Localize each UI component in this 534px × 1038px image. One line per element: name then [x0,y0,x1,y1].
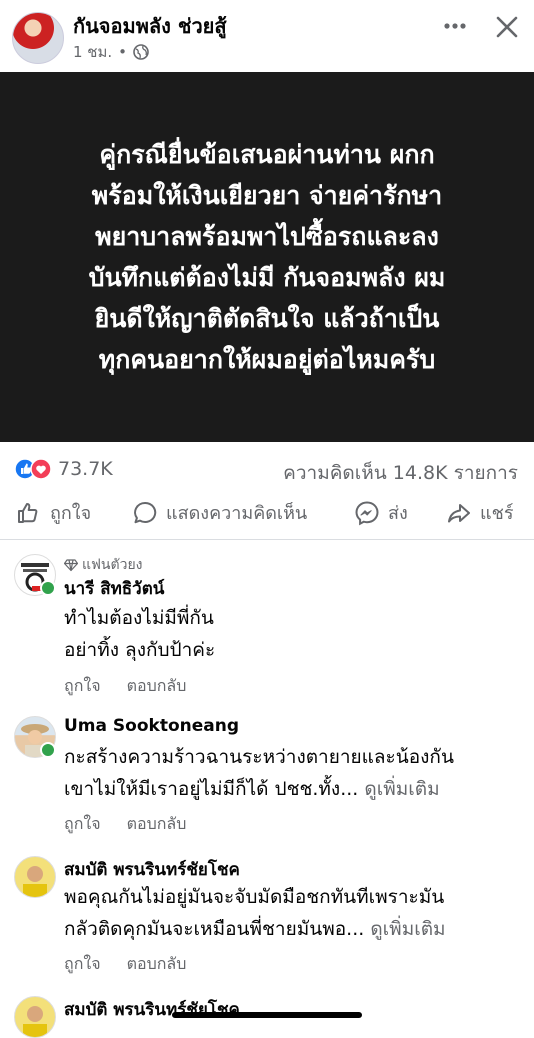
comment-text: เขาไม่ให้มีเราอยู่ไม่มีก็ได้ ปชช.ทั้ง... [64,778,359,800]
comment-like-button[interactable]: ถูกใจ [64,952,101,977]
post-image[interactable]: คู่กรณียื่นข้อเสนอผ่านท่าน ผกก พร้อมให้เ… [0,72,534,442]
share-label: แชร์ [480,503,514,524]
comment-text-line: กะสร้างความร้าวฉานระหว่างตายายและน้องกัน [64,746,454,768]
post-time[interactable]: 1 ชม. [73,40,112,64]
comment-like-button[interactable]: ถูกใจ [64,812,101,837]
see-more-link[interactable]: ดูเพิ่มเติม [364,778,439,800]
post-header: กันจอมพลัง ช่วยสู้ 1 ชม. • [0,0,534,72]
post-text-line: พร้อมให้เงินเยียวยา จ่ายค่ารักษา [91,181,443,210]
page-avatar[interactable] [12,12,64,64]
comment-reply-button[interactable]: ตอบกลับ [127,812,187,837]
comment-count[interactable]: ความคิดเห็น 14.8K รายการ [283,458,518,488]
comment-bubble-icon [134,501,157,523]
comment-reply-button[interactable]: ตอบกลับ [127,674,187,699]
comment-text-line: กลัวติดคุกมันจะเหมือนพี่ชายมันพอ... ดูเพ… [64,914,446,944]
comment-button[interactable]: แสดงความคิดเห็น [132,498,307,527]
comment-text: กลัวติดคุกมันจะเหมือนพี่ชายมันพอ... [64,918,365,940]
comment-actions: ถูกใจ ตอบกลับ [64,952,186,977]
share-button[interactable]: แชร์ [446,498,514,527]
reaction-count[interactable]: 73.7K [58,458,113,480]
commenter-name[interactable]: Uma Sooktoneang [64,716,239,736]
post-actions: ถูกใจ แสดงความคิดเห็น ส่ง แชร์ [0,492,534,538]
online-status-dot [40,742,56,758]
like-label: ถูกใจ [50,503,92,524]
send-button[interactable]: ส่ง [354,498,408,527]
comment-text-line: ทำไมต้องไม่มีพี่กัน [64,607,214,629]
see-more-link[interactable]: ดูเพิ่มเติม [370,918,445,940]
messenger-icon [355,500,379,525]
home-indicator[interactable] [172,1012,362,1018]
globe-icon [133,44,149,60]
comment-actions: ถูกใจ ตอบกลับ [64,812,186,837]
comment-text-line: อย่าทิ้ง ลุงกับป้าค่ะ [64,639,216,661]
post-stats: 73.7K ความคิดเห็น 14.8K รายการ [0,450,534,488]
post-text-line: บันทึกแต่ต้องไม่มี กันจอมพลัง ผม [88,263,446,292]
comment-label: แสดงความคิดเห็น [166,503,308,524]
commenter-name[interactable]: สมบัติ พรนรินทร์ชัยโชค [64,856,240,883]
thumbs-up-icon [18,502,38,523]
meta-separator: • [118,43,128,61]
online-status-dot [40,580,56,596]
like-button[interactable]: ถูกใจ [16,498,91,527]
comment-reply-button[interactable]: ตอบกลับ [127,952,187,977]
comment-actions: ถูกใจ ตอบกลับ [64,674,186,699]
post-text-line: พยาบาลพร้อมพาไปซื้อรถและลง [95,222,439,251]
send-label: ส่ง [388,503,408,524]
close-icon[interactable] [492,12,522,42]
avatar-photo-graphic [23,1006,47,1037]
share-arrow-icon [448,503,470,522]
post-text-line: คู่กรณียื่นข้อเสนอผ่านท่าน ผกก [99,140,435,169]
commenter-name[interactable]: นารี สิทธิวัตน์ [64,575,164,602]
actions-divider [0,539,534,540]
post-text-line: ยินดีให้ญาติตัดสินใจ แล้วถ้าเป็น [94,304,440,333]
commenter-name[interactable]: สมบัติ พรนรินทร์ชัยโชค [64,996,240,1023]
commenter-avatar[interactable] [14,996,56,1038]
commenter-avatar[interactable] [14,856,56,898]
post-text-line: ทุกคนอยากให้ผมอยู่ต่อไหมครับ [98,345,436,374]
page-name[interactable]: กันจอมพลัง ช่วยสู้ [73,10,227,42]
comment-text-line: พอคุณกันไม่อยู่มันจะจับมัดมือชกทันทีเพรา… [64,886,445,908]
avatar-photo-graphic [23,866,47,897]
diamond-icon [64,559,78,572]
badge-label: แฟนตัวยง [82,557,143,573]
more-options-icon[interactable] [440,12,470,40]
comment-like-button[interactable]: ถูกใจ [64,674,101,699]
post-meta: 1 ชม. • [73,40,149,64]
top-fan-badge: แฟนตัวยง [64,554,143,576]
reaction-icons[interactable] [14,457,54,481]
post-image-text: คู่กรณียื่นข้อเสนอผ่านท่าน ผกก พร้อมให้เ… [32,134,502,380]
comment-text-line: เขาไม่ให้มีเราอยู่ไม่มีก็ได้ ปชช.ทั้ง...… [64,774,440,804]
